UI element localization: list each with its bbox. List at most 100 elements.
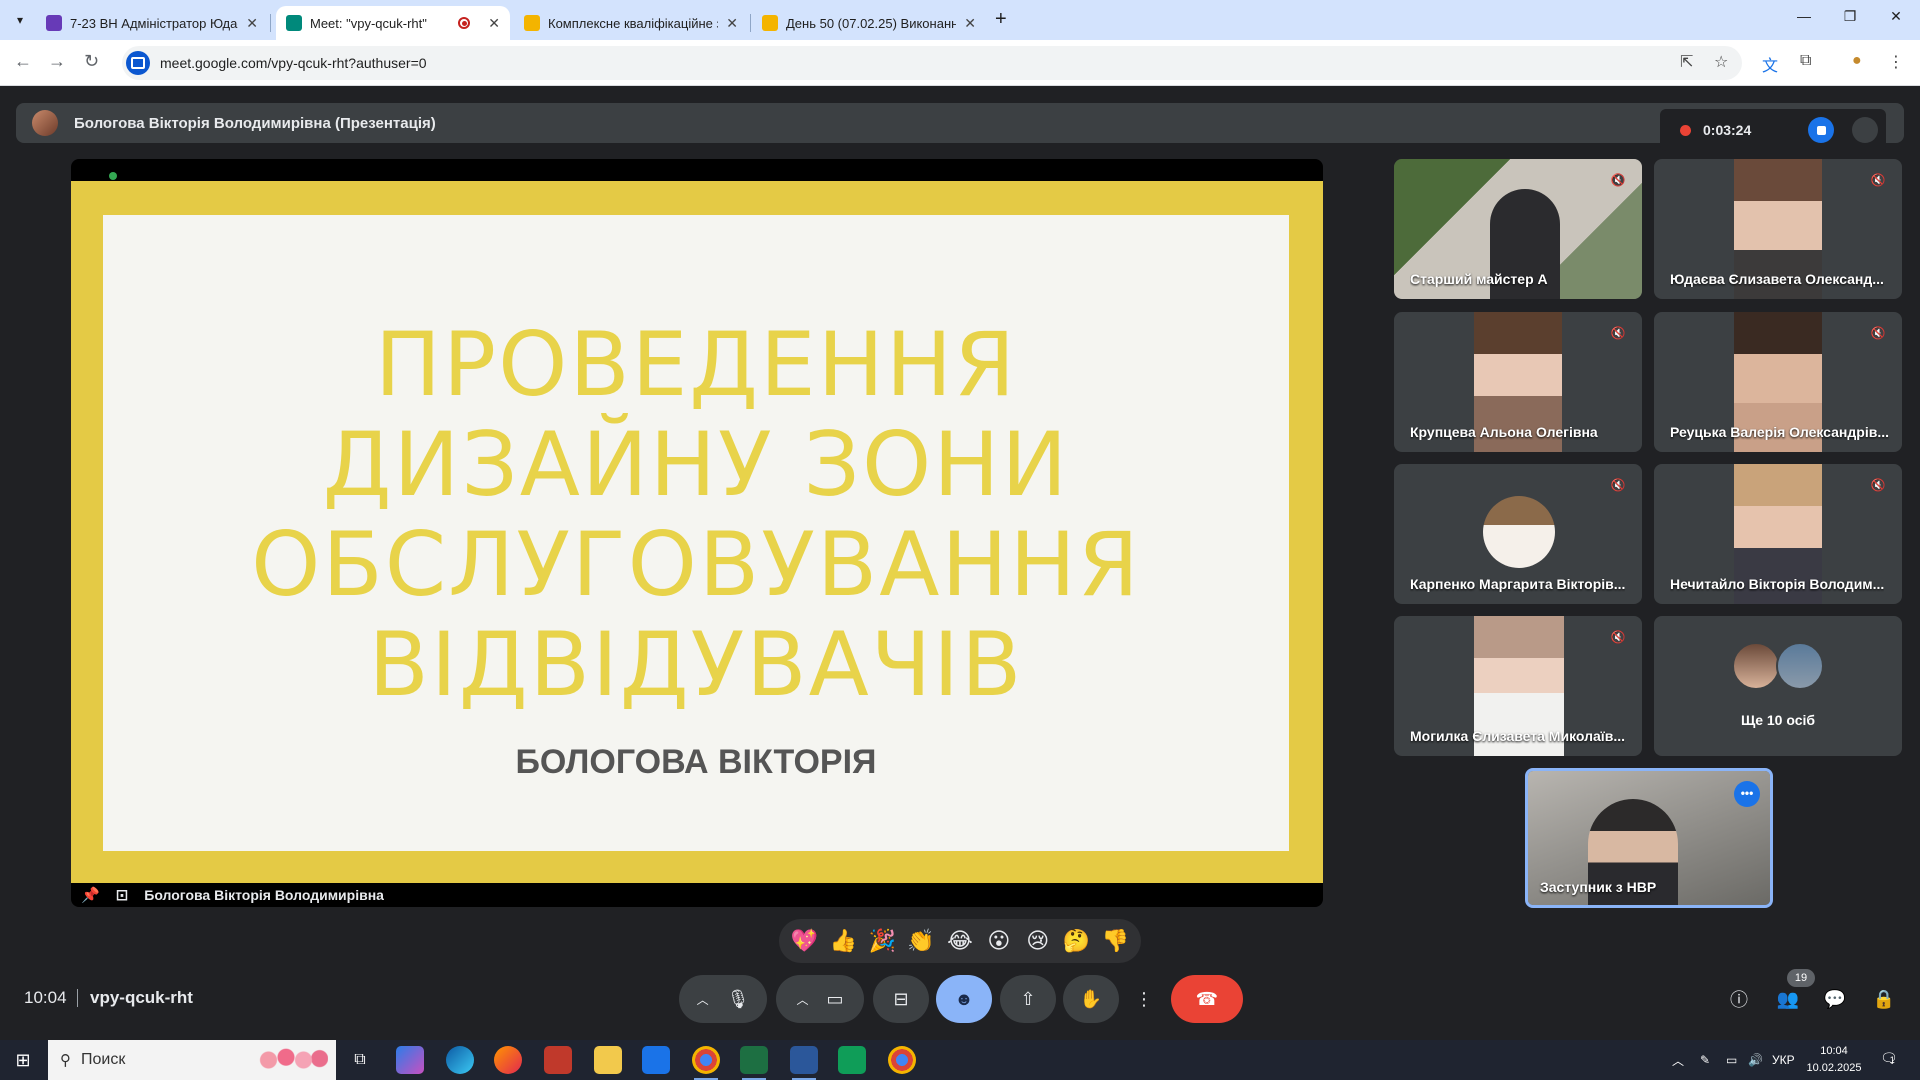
windows-taskbar: ⊞ ⚲ Поиск ⧉ ︿ ✎ ▭ 🔊 УКР 10:04 10.02.2025… bbox=[0, 1040, 1920, 1080]
windows-start-icon[interactable]: ⊞ bbox=[8, 1050, 38, 1070]
reaction-thumbs-down[interactable]: 👎 bbox=[1097, 928, 1133, 954]
bookmark-star-icon[interactable]: ☆ bbox=[1714, 52, 1728, 72]
close-window-button[interactable]: ✕ bbox=[1876, 8, 1916, 25]
word-icon[interactable] bbox=[790, 1046, 818, 1080]
classroom-favicon-icon bbox=[46, 15, 62, 31]
copilot-icon[interactable] bbox=[396, 1046, 424, 1074]
more-participants-tile[interactable]: Ще 10 осіб bbox=[1654, 616, 1902, 756]
speaking-indicator bbox=[109, 172, 117, 180]
presentation-stage: ПРОВЕДЕННЯ ДИЗАЙНУ ЗОНИ ОБСЛУГОВУВАННЯ В… bbox=[71, 159, 1323, 907]
participant-tile[interactable]: 🔇 Нечитайло Вікторія Володим... bbox=[1654, 464, 1902, 604]
translate-icon[interactable]: 文 bbox=[1762, 52, 1778, 76]
chevron-up-icon[interactable]: ︿ bbox=[697, 991, 709, 1008]
address-bar[interactable]: meet.google.com/vpy-qcuk-rht?authuser=0 bbox=[122, 46, 1742, 80]
edge-icon[interactable] bbox=[446, 1046, 474, 1074]
captions-icon: ⊟ bbox=[893, 988, 909, 1009]
participant-tile[interactable]: 🔇 Могилка Єлизавета Миколаїв... bbox=[1394, 616, 1642, 756]
reaction-laugh[interactable]: 😂 bbox=[942, 928, 978, 954]
app-icon[interactable] bbox=[838, 1046, 866, 1074]
raise-hand-button[interactable]: ✋ bbox=[1063, 975, 1119, 1023]
meeting-details-icon[interactable]: ⓘ bbox=[1721, 981, 1757, 1017]
tab-search-button[interactable]: ▾ bbox=[6, 8, 34, 32]
notification-center-icon[interactable]: 🗨1 bbox=[1880, 1050, 1904, 1070]
network-icon[interactable]: ▭ bbox=[1726, 1040, 1737, 1080]
tab-divider bbox=[270, 14, 271, 32]
close-tab-icon[interactable]: ✕ bbox=[488, 15, 500, 32]
taskbar-search[interactable]: ⚲ Поиск bbox=[48, 1040, 336, 1080]
tab-day-50[interactable]: День 50 (07.02.25) Виконання ✕ bbox=[752, 6, 986, 40]
reaction-heart[interactable]: 💖 bbox=[786, 928, 822, 954]
excel-icon[interactable] bbox=[740, 1046, 768, 1080]
slide-title: ПРОВЕДЕННЯ ДИЗАЙНУ ЗОНИ ОБСЛУГОВУВАННЯ В… bbox=[251, 313, 1141, 716]
open-in-window-icon[interactable]: ⇱ bbox=[1680, 52, 1693, 72]
new-tab-button[interactable]: + bbox=[995, 8, 1007, 31]
microphone-icon[interactable]: 🎙 bbox=[727, 989, 750, 1010]
participant-tile[interactable]: 🔇 Карпенко Маргарита Вікторів... bbox=[1394, 464, 1642, 604]
file-explorer-icon[interactable] bbox=[594, 1046, 622, 1074]
reaction-thumbs-up[interactable]: 👍 bbox=[825, 928, 861, 954]
stop-recording-button[interactable] bbox=[1808, 117, 1834, 143]
volume-icon[interactable]: 🔊 bbox=[1748, 1040, 1763, 1080]
chrome-icon[interactable] bbox=[692, 1046, 720, 1080]
reaction-party[interactable]: 🎉 bbox=[864, 928, 900, 954]
chevron-up-icon[interactable]: ︿ bbox=[796, 991, 808, 1008]
mic-off-icon: 🔇 bbox=[1870, 478, 1886, 492]
mute-recording-button[interactable] bbox=[1852, 117, 1878, 143]
forward-icon[interactable]: → bbox=[48, 51, 66, 72]
chat-icon[interactable]: 💬 bbox=[1817, 981, 1853, 1017]
minimize-button[interactable]: — bbox=[1784, 8, 1824, 24]
chrome-icon[interactable] bbox=[888, 1046, 916, 1074]
self-view-tile[interactable]: ••• Заступник з НВР bbox=[1525, 768, 1773, 908]
task-view-icon[interactable]: ⧉ bbox=[346, 1046, 374, 1074]
presenting-icon: ⊡ bbox=[115, 887, 129, 904]
camera-control[interactable]: ︿ ▭ bbox=[776, 975, 864, 1023]
site-info-icon[interactable] bbox=[126, 51, 150, 75]
firefox-icon[interactable] bbox=[494, 1046, 522, 1074]
reactions-bar: 💖 👍 🎉 👏 😂 😮 😢 🤔 👎 bbox=[779, 919, 1141, 963]
mic-off-icon: 🔇 bbox=[1610, 630, 1626, 644]
mic-off-icon: 🔇 bbox=[1610, 326, 1626, 340]
tab-adminstrator[interactable]: 7-23 ВН Адміністратор Юдаєв ✕ bbox=[36, 6, 268, 40]
reaction-thinking[interactable]: 🤔 bbox=[1059, 928, 1095, 954]
host-controls-icon[interactable]: 🔒 bbox=[1866, 981, 1902, 1017]
back-icon[interactable]: ← bbox=[14, 51, 32, 72]
pin-icon[interactable]: 📌 bbox=[81, 886, 100, 904]
self-tile-more-options-icon[interactable]: ••• bbox=[1734, 781, 1760, 807]
extensions-icon[interactable]: ⧉ bbox=[1800, 52, 1811, 70]
people-count-badge: 19 bbox=[1787, 969, 1815, 987]
show-hidden-icons-icon[interactable]: ︿ bbox=[1672, 1040, 1684, 1080]
taskbar-clock[interactable]: 10:04 10.02.2025 bbox=[1804, 1043, 1864, 1077]
microphone-control[interactable]: ︿ 🎙 bbox=[679, 975, 767, 1023]
restore-button[interactable]: ❐ bbox=[1830, 8, 1870, 25]
language-indicator[interactable]: УКР bbox=[1772, 1040, 1795, 1080]
presenter-avatar bbox=[32, 110, 58, 136]
profile-avatar-icon[interactable]: ● bbox=[1852, 52, 1862, 70]
mic-off-icon: 🔇 bbox=[1610, 478, 1626, 492]
store-icon[interactable] bbox=[642, 1046, 670, 1074]
pen-icon[interactable]: ✎ bbox=[1700, 1040, 1710, 1080]
close-tab-icon[interactable]: ✕ bbox=[964, 15, 976, 32]
close-tab-icon[interactable]: ✕ bbox=[726, 15, 738, 32]
tab-qualification[interactable]: Комплексне кваліфікаційне за ✕ bbox=[514, 6, 748, 40]
leave-call-button[interactable]: ☎ bbox=[1171, 975, 1243, 1023]
app-icon[interactable] bbox=[544, 1046, 572, 1074]
reaction-sad[interactable]: 😢 bbox=[1020, 928, 1056, 954]
more-options-button[interactable]: ⋮ bbox=[1126, 975, 1162, 1023]
participant-tile[interactable]: 🔇 Старший майстер А bbox=[1394, 159, 1642, 299]
search-highlight-image bbox=[258, 1046, 328, 1074]
close-tab-icon[interactable]: ✕ bbox=[246, 15, 258, 32]
reload-icon[interactable]: ↻ bbox=[84, 51, 99, 72]
reaction-surprised[interactable]: 😮 bbox=[981, 928, 1017, 954]
reactions-button[interactable]: ☻ bbox=[936, 975, 992, 1023]
captions-button[interactable]: ⊟ bbox=[873, 975, 929, 1023]
participant-tile[interactable]: 🔇 Реуцька Валерія Олександрів... bbox=[1654, 312, 1902, 452]
tab-meet[interactable]: Meet: "vpy-qcuk-rht" ✕ bbox=[276, 6, 510, 40]
browser-menu-icon[interactable]: ⋮ bbox=[1888, 52, 1904, 72]
video-camera-icon[interactable]: ▭ bbox=[827, 989, 844, 1010]
meet-favicon-icon bbox=[286, 15, 302, 31]
reaction-clap[interactable]: 👏 bbox=[903, 928, 939, 954]
present-button[interactable]: ⇧ bbox=[1000, 975, 1056, 1023]
participant-avatar bbox=[1732, 642, 1780, 690]
participant-tile[interactable]: 🔇 Крупцева Альона Олегівна bbox=[1394, 312, 1642, 452]
participant-tile[interactable]: 🔇 Юдаєва Єлизавета Олександ... bbox=[1654, 159, 1902, 299]
